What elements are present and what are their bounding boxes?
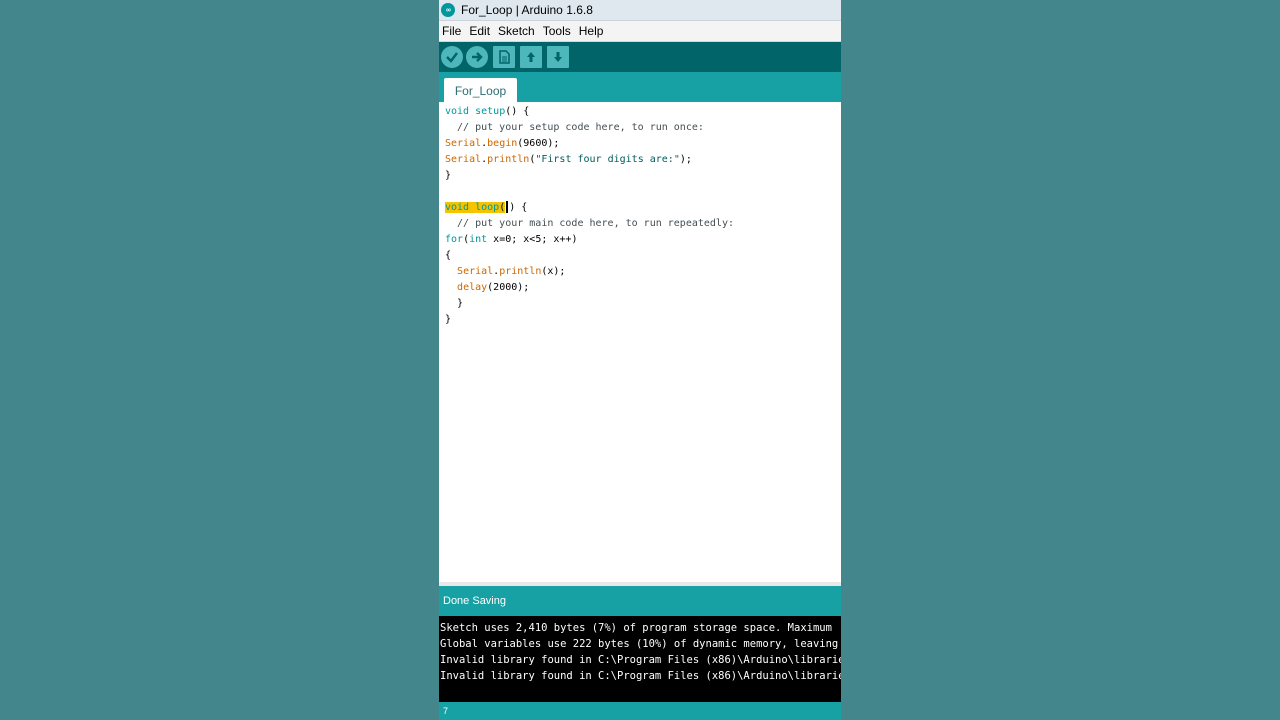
code-token: (2000);	[487, 282, 530, 293]
code-line[interactable]: Serial.begin(9600);	[439, 136, 841, 152]
code-token: {	[445, 250, 452, 261]
line-number: 7	[443, 706, 449, 716]
verify-icon	[446, 52, 458, 63]
code-token: () {	[505, 106, 530, 117]
code-token: for	[445, 234, 464, 245]
menu-bar: File Edit Sketch Tools Help	[439, 21, 841, 42]
code-token: void	[445, 106, 470, 117]
new-button[interactable]	[493, 46, 515, 68]
code-token: println	[487, 154, 530, 165]
code-line[interactable]	[439, 184, 841, 200]
upload-icon	[472, 52, 483, 62]
code-token: delay	[457, 282, 488, 293]
new-icon	[499, 50, 510, 64]
code-token: void	[445, 202, 470, 213]
menu-help[interactable]: Help	[575, 24, 608, 38]
code-token: begin	[487, 138, 518, 149]
code-line[interactable]: }	[439, 168, 841, 184]
text-cursor	[506, 201, 509, 213]
save-icon	[554, 52, 562, 62]
save-button[interactable]	[547, 46, 569, 68]
code-token: // put your main code here, to run repea…	[445, 218, 734, 229]
console-line: Invalid library found in C:\Program File…	[440, 670, 841, 682]
code-token: println	[499, 266, 542, 277]
code-token: }	[445, 314, 452, 325]
code-line[interactable]: Serial.println(x);	[439, 264, 841, 280]
code-line[interactable]: void loop() {	[439, 200, 841, 216]
code-line[interactable]: Serial.println("First four digits are:")…	[439, 152, 841, 168]
code-token: loop	[475, 202, 500, 213]
arduino-logo-icon: ∞	[441, 3, 455, 17]
code-token: (9600);	[517, 138, 560, 149]
code-line[interactable]: }	[439, 296, 841, 312]
code-token: Serial	[445, 154, 482, 165]
code-line[interactable]: {	[439, 248, 841, 264]
code-line[interactable]: // put your setup code here, to run once…	[439, 120, 841, 136]
open-button[interactable]	[520, 46, 542, 68]
code-line[interactable]: }	[439, 312, 841, 328]
code-token: "First four digits are:"	[535, 154, 680, 165]
code-editor[interactable]: void setup() { // put your setup code he…	[439, 102, 841, 584]
tab-for-loop[interactable]: For_Loop	[444, 78, 517, 103]
code-token: // put your setup code here, to run once…	[445, 122, 704, 133]
code-token: (x);	[541, 266, 566, 277]
upload-button[interactable]	[466, 46, 488, 68]
menu-tools[interactable]: Tools	[539, 24, 575, 38]
title-bar: ∞ For_Loop | Arduino 1.6.8	[439, 0, 841, 21]
console-output[interactable]: Sketch uses 2,410 bytes (7%) of program …	[439, 616, 841, 702]
code-token: int	[469, 234, 488, 245]
code-line[interactable]: for(int x=0; x<5; x++)	[439, 232, 841, 248]
menu-edit[interactable]: Edit	[465, 24, 494, 38]
code-token: (	[499, 202, 506, 213]
code-token: Serial	[445, 138, 482, 149]
code-token: );	[679, 154, 692, 165]
code-token: setup	[475, 106, 506, 117]
code-line[interactable]: delay(2000);	[439, 280, 841, 296]
arduino-ide-window: ∞ For_Loop | Arduino 1.6.8 File Edit Ske…	[439, 0, 841, 720]
code-line[interactable]: void setup() {	[439, 104, 841, 120]
code-token: }	[445, 170, 452, 181]
code-token: ) {	[509, 202, 528, 213]
code-token: Serial	[457, 266, 494, 277]
status-bar: Done Saving	[439, 586, 841, 616]
footer-bar: 7	[439, 702, 841, 720]
toolbar	[439, 42, 841, 72]
open-icon	[527, 52, 535, 62]
code-token: x=0; x<5; x++)	[487, 234, 578, 245]
code-line[interactable]: // put your main code here, to run repea…	[439, 216, 841, 232]
console-line: Global variables use 222 bytes (10%) of …	[440, 638, 839, 650]
console-line: Sketch uses 2,410 bytes (7%) of program …	[440, 622, 832, 634]
console-line: Invalid library found in C:\Program File…	[440, 654, 841, 666]
menu-file[interactable]: File	[439, 24, 465, 38]
menu-sketch[interactable]: Sketch	[494, 24, 539, 38]
status-message: Done Saving	[443, 595, 506, 607]
code-token: }	[445, 298, 464, 309]
window-title: For_Loop | Arduino 1.6.8	[461, 3, 593, 17]
tab-bar: For_Loop	[439, 72, 841, 103]
verify-button[interactable]	[441, 46, 463, 68]
